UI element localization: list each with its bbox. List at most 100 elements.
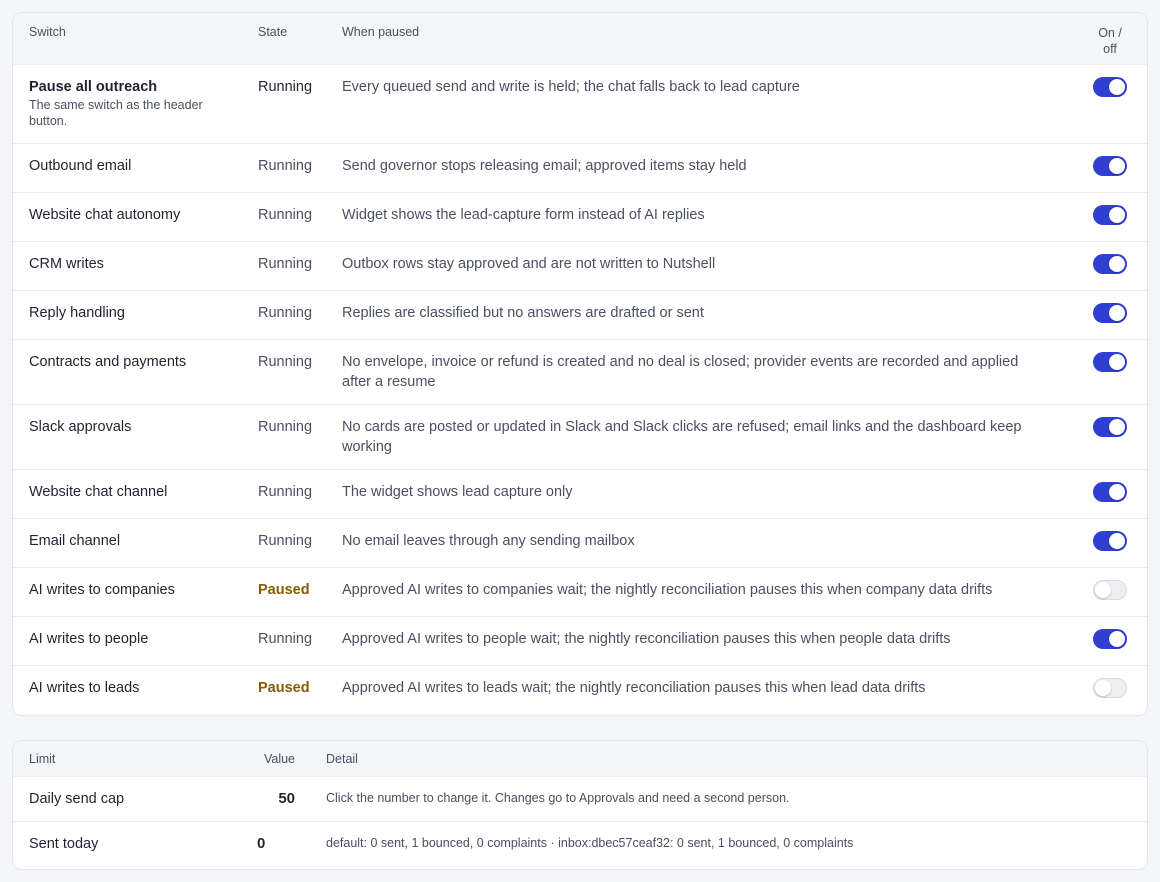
toggle-cell: [1093, 303, 1129, 327]
toggle-knob: [1109, 484, 1125, 500]
toggle-knob: [1095, 582, 1111, 598]
switch-state: Running: [258, 631, 313, 647]
switch-state: Paused: [258, 582, 310, 598]
switch-state: Running: [258, 158, 313, 174]
header-state: State: [258, 25, 288, 39]
switch-toggle[interactable]: [1093, 303, 1127, 323]
switch-row: CRM writes Running Outbox rows stay approv…: [13, 242, 1147, 291]
switch-when-paused: Every queued send and write is held; the…: [342, 79, 800, 95]
switch-name-cell: Contracts and payments: [29, 354, 244, 370]
switch-toggle[interactable]: [1093, 352, 1127, 372]
limit-detail: Click the number to change it. Changes g…: [326, 791, 790, 805]
toggle-cell: [1093, 205, 1129, 229]
switch-name: AI writes to people: [29, 631, 149, 647]
switch-name: Slack approvals: [29, 419, 132, 435]
switch-state: Paused: [258, 680, 310, 696]
header-when-paused: When paused: [342, 25, 420, 39]
switch-when-paused: Approved AI writes to people wait; the n…: [342, 631, 951, 647]
switch-toggle[interactable]: [1093, 417, 1127, 437]
switch-when-paused: No cards are posted or updated in Slack …: [342, 419, 1022, 455]
switch-row: AI writes to people Running Approved AI wr…: [13, 617, 1147, 666]
limit-row: Sent today 0 default: 0 sent, 1 bounced, 0…: [13, 822, 1147, 869]
toggle-cell: [1093, 482, 1129, 506]
header-value: Value: [263, 752, 295, 766]
switch-name: AI writes to leads: [29, 680, 140, 696]
toggle-knob: [1109, 79, 1125, 95]
header-on-off-line2: off: [1103, 42, 1117, 56]
switches-body: Pause all outreach The same switch as the…: [13, 65, 1147, 714]
limits-body: Daily send cap 50 Click the number to chan…: [13, 777, 1147, 869]
limits-header-row: Limit Value Detail: [13, 741, 1147, 777]
toggle-cell: [1093, 352, 1129, 376]
switch-name: Pause all outreach: [29, 79, 158, 95]
switch-name: AI writes to companies: [29, 582, 175, 598]
switch-name: Website chat channel: [29, 484, 168, 500]
toggle-knob: [1109, 631, 1125, 647]
switch-name-cell: Email channel: [29, 533, 244, 549]
switch-toggle[interactable]: [1093, 77, 1127, 97]
switch-state: Running: [258, 207, 313, 223]
switch-name: Contracts and payments: [29, 354, 187, 370]
switch-toggle[interactable]: [1093, 156, 1127, 176]
switch-name: Website chat autonomy: [29, 207, 181, 223]
switch-name: CRM writes: [29, 256, 104, 272]
switch-row: Slack approvals Running No cards are poste…: [13, 405, 1147, 470]
switch-when-paused: No email leaves through any sending mail…: [342, 533, 635, 549]
switch-toggle[interactable]: [1093, 629, 1127, 649]
switch-toggle[interactable]: [1093, 205, 1127, 225]
switch-name-cell: Slack approvals: [29, 419, 244, 435]
toggle-knob: [1095, 680, 1111, 696]
switch-row: Website chat channel Running The widget sh…: [13, 470, 1147, 519]
toggle-knob: [1109, 158, 1125, 174]
switch-toggle[interactable]: [1093, 254, 1127, 274]
switch-when-paused: Send governor stops releasing email; app…: [342, 158, 747, 174]
toggle-cell: [1093, 580, 1129, 604]
limit-row: Daily send cap 50 Click the number to chan…: [13, 777, 1147, 822]
switch-when-paused: The widget shows lead capture only: [342, 484, 573, 500]
toggle-cell: [1093, 531, 1129, 555]
switch-row: Outbound email Running Send governor stops…: [13, 144, 1147, 193]
toggle-cell: [1093, 417, 1129, 441]
switch-toggle[interactable]: [1093, 531, 1127, 551]
switch-name-cell: AI writes to people: [29, 631, 244, 647]
switch-name-cell: AI writes to companies: [29, 582, 244, 598]
switch-state: Running: [258, 484, 313, 500]
switch-toggle[interactable]: [1093, 482, 1127, 502]
switch-row: Email channel Running No email leaves thro…: [13, 519, 1147, 568]
switch-row: Pause all outreach The same switch as the…: [13, 65, 1147, 144]
toggle-knob: [1109, 354, 1125, 370]
switch-toggle[interactable]: [1093, 580, 1127, 600]
switch-state: Running: [258, 419, 313, 435]
toggle-knob: [1109, 207, 1125, 223]
sent-today-value: 0: [257, 835, 266, 852]
toggle-cell: [1093, 156, 1129, 180]
switch-name-cell: Outbound email: [29, 158, 244, 174]
switch-toggle[interactable]: [1093, 678, 1127, 698]
switches-table: Switch State When paused On / off Pause …: [12, 12, 1148, 716]
toggle-knob: [1109, 256, 1125, 272]
switch-state: Running: [258, 533, 313, 549]
switch-when-paused: Outbox rows stay approved and are not wr…: [342, 256, 716, 272]
switch-name: Reply handling: [29, 305, 125, 321]
switch-when-paused: Approved AI writes to companies wait; th…: [342, 582, 993, 598]
header-limit: Limit: [29, 752, 56, 766]
switch-row: AI writes to leads Paused Approved AI writ…: [13, 666, 1147, 714]
switch-state: Running: [258, 305, 313, 321]
switch-state: Running: [258, 79, 313, 95]
limit-name: Daily send cap: [29, 791, 125, 807]
switch-name-cell: Website chat autonomy: [29, 207, 244, 223]
limit-name: Sent today: [29, 836, 99, 852]
daily-send-cap-value[interactable]: 50: [243, 790, 295, 807]
switch-when-paused: Widget shows the lead-capture form inste…: [342, 207, 705, 223]
switch-row: AI writes to companies Paused Approved AI …: [13, 568, 1147, 617]
toggle-cell: [1093, 629, 1129, 653]
switch-name-cell: Pause all outreach The same switch as the…: [29, 79, 244, 129]
switch-state: Running: [258, 256, 313, 272]
switch-state: Running: [258, 354, 313, 370]
toggle-knob: [1109, 305, 1125, 321]
limits-table: Limit Value Detail Daily send cap 50 Click…: [12, 740, 1148, 870]
switch-when-paused: Approved AI writes to leads wait; the ni…: [342, 680, 926, 696]
switches-header-row: Switch State When paused On / off: [13, 13, 1147, 65]
switch-name-cell: AI writes to leads: [29, 680, 244, 696]
switch-name: Outbound email: [29, 158, 132, 174]
